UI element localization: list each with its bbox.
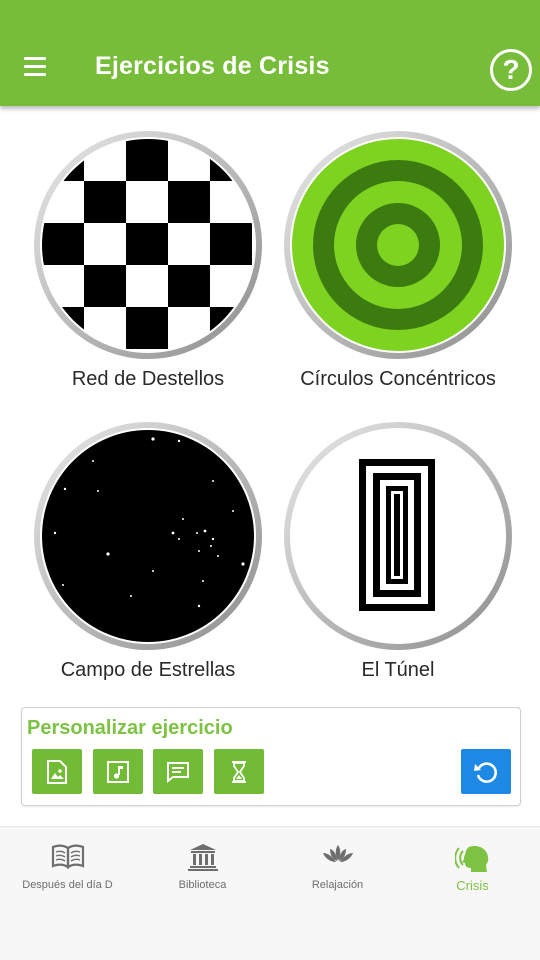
music-icon	[107, 760, 129, 783]
page-title: Ejercicios de Crisis	[95, 52, 330, 80]
nav-item-biblioteca[interactable]: Biblioteca	[135, 827, 270, 907]
exercise-label: El Túnel	[361, 659, 435, 681]
exercise-label: Círculos Concéntricos	[300, 368, 496, 390]
message-icon	[167, 761, 189, 783]
app-bar: Ejercicios de Crisis ?	[0, 0, 540, 106]
exercise-tile-el-tunel[interactable]: El Túnel	[283, 421, 513, 681]
starfield-icon	[34, 422, 262, 650]
custom-message-button[interactable]	[153, 749, 203, 794]
nav-label: Relajación	[311, 879, 364, 891]
custom-image-button[interactable]	[32, 749, 82, 794]
crisis-head-icon	[454, 846, 488, 872]
hourglass-icon	[232, 760, 246, 783]
reset-icon	[474, 761, 497, 783]
custom-duration-button[interactable]	[214, 749, 264, 794]
nav-label: Biblioteca	[178, 879, 227, 891]
reset-button[interactable]	[461, 749, 511, 794]
library-icon	[187, 844, 218, 871]
menu-icon-bar	[24, 65, 46, 68]
nav-item-relajacion[interactable]: Relajación	[270, 827, 405, 907]
customize-panel: Personalizar ejercicio	[21, 707, 521, 806]
exercise-label: Red de Destellos	[71, 368, 225, 390]
nav-label: Crisis	[456, 878, 489, 893]
customize-title: Personalizar ejercicio	[27, 717, 233, 739]
nav-label: Después del día D	[22, 879, 113, 891]
exercise-tile-red-de-destellos[interactable]: Red de Destellos	[33, 130, 263, 390]
menu-button[interactable]	[20, 52, 54, 80]
exercise-label: Campo de Estrellas	[60, 659, 236, 681]
lotus-icon	[322, 845, 353, 862]
menu-icon	[24, 57, 46, 60]
book-icon	[51, 844, 84, 869]
nav-item-despues-del-dia-d[interactable]: Después del día D	[0, 827, 135, 907]
help-button[interactable]: ?	[490, 49, 532, 91]
bottom-navigation: Después del día D Biblioteca Relajación	[0, 826, 540, 960]
exercise-tile-campo-de-estrellas[interactable]: Campo de Estrellas	[33, 421, 263, 681]
custom-music-button[interactable]	[93, 749, 143, 794]
concentric-circles-icon	[284, 131, 512, 359]
menu-icon-bar	[24, 73, 46, 76]
exercise-tile-circulos-concentricos[interactable]: Círculos Concéntricos	[283, 130, 513, 390]
nav-item-crisis[interactable]: Crisis	[405, 827, 540, 907]
image-icon	[47, 759, 67, 784]
checkerboard-icon	[34, 131, 262, 359]
tunnel-icon	[284, 422, 512, 650]
